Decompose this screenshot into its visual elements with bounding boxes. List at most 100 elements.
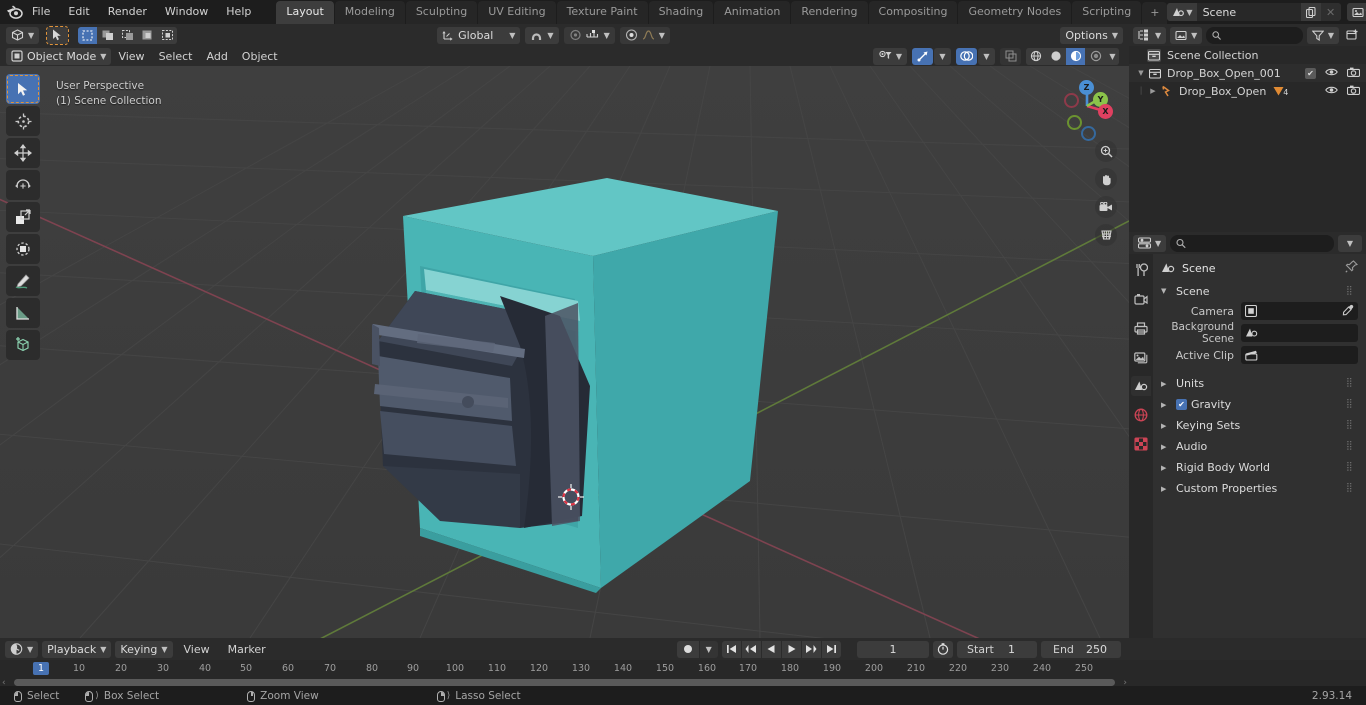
tab-scripting[interactable]: Scripting <box>1072 1 1142 24</box>
scale-tool-button[interactable] <box>6 202 40 232</box>
set-new-icon[interactable] <box>78 26 98 44</box>
jump-start-icon[interactable] <box>721 640 741 658</box>
timeline-editor-icon[interactable]: ▼ <box>5 640 39 658</box>
panel-grip[interactable]: ⣿ <box>1346 442 1358 451</box>
viewport-menu-add[interactable]: Add <box>200 48 235 65</box>
perspective-toggle-icon[interactable] <box>1095 224 1117 246</box>
3d-viewport[interactable]: User Perspective (1) Scene Collection Z … <box>0 66 1129 638</box>
panel-grip[interactable]: ⣿ <box>1346 286 1358 295</box>
outliner-filter-scene-icon[interactable]: ▼ <box>1170 26 1203 44</box>
panel-grip[interactable]: ⣿ <box>1346 463 1358 472</box>
panel-grip[interactable]: ⣿ <box>1346 421 1358 430</box>
tab-uv-editing[interactable]: UV Editing <box>478 1 556 24</box>
wireframe-icon[interactable] <box>1026 47 1045 65</box>
intersect-icon[interactable] <box>158 26 178 44</box>
properties-search-field[interactable] <box>1190 236 1328 250</box>
panel-header-custom-properties[interactable]: ▶ Custom Properties ⣿ <box>1153 478 1366 499</box>
panel-grip[interactable]: ⣿ <box>1346 379 1358 388</box>
cursor-select-icon[interactable] <box>46 25 70 45</box>
viewport-menu-object[interactable]: Object <box>235 48 285 65</box>
background-scene-field[interactable] <box>1241 324 1358 342</box>
rendered-icon[interactable] <box>1086 47 1105 65</box>
menu-file[interactable]: File <box>23 2 59 22</box>
play-icon[interactable] <box>781 640 801 658</box>
scene-tab[interactable] <box>1131 376 1151 396</box>
gizmo-axis-neg-z[interactable] <box>1081 126 1096 141</box>
gizmo-icon[interactable] <box>912 47 933 65</box>
extend-icon[interactable] <box>98 26 118 44</box>
annotate-tool-button[interactable] <box>6 266 40 296</box>
outliner-modifier-badge[interactable]: 4 <box>1272 85 1288 97</box>
panel-header-rigid-body-world[interactable]: ▶ Rigid Body World ⣿ <box>1153 457 1366 478</box>
properties-search-input[interactable] <box>1170 234 1334 252</box>
menu-window[interactable]: Window <box>156 2 217 22</box>
mode-dropdown[interactable]: Object Mode ▼ <box>6 47 112 65</box>
world-tab[interactable] <box>1131 405 1151 425</box>
active-clip-field[interactable] <box>1241 346 1358 364</box>
timeline-horizontal-scrollbar[interactable]: ‹ › <box>0 678 1129 688</box>
playback-dropdown[interactable]: Playback ▼ <box>42 640 112 658</box>
outliner-row-drop-box-open-001[interactable]: ▼ Drop_Box_Open_001 ✔ <box>1129 64 1366 82</box>
timeline-menu-view[interactable]: View <box>177 641 217 658</box>
tab-geometry-nodes[interactable]: Geometry Nodes <box>958 1 1072 24</box>
material-preview-icon[interactable] <box>1066 47 1085 65</box>
snap-magnet-icon[interactable]: ▼ <box>525 26 559 44</box>
zoom-icon[interactable] <box>1095 140 1117 162</box>
tab-rendering[interactable]: Rendering <box>791 1 868 24</box>
blender-logo-icon[interactable] <box>6 0 23 24</box>
panel-header-keying-sets[interactable]: ▶ Keying Sets ⣿ <box>1153 415 1366 436</box>
gizmo-dropdown[interactable]: ▼ <box>934 47 951 65</box>
new-collection-icon[interactable] <box>1343 27 1362 44</box>
panel-header-audio[interactable]: ▶ Audio ⣿ <box>1153 436 1366 457</box>
render-tab[interactable] <box>1131 289 1151 309</box>
gizmo-axis-neg-x[interactable] <box>1064 93 1079 108</box>
panel-header-units[interactable]: ▶ Units ⣿ <box>1153 373 1366 394</box>
view-layer-tab[interactable] <box>1131 347 1151 367</box>
unlink-scene-button[interactable]: ✕ <box>1320 3 1341 21</box>
frame-start-field[interactable]: Start 1 <box>957 640 1037 658</box>
texture-tab[interactable] <box>1131 434 1151 454</box>
visibility-filter-dropdown[interactable]: ▼ <box>872 47 907 65</box>
outliner-row-scene-collection[interactable]: Scene Collection <box>1129 46 1366 64</box>
overlays-icon[interactable] <box>956 47 977 65</box>
panel-header-gravity[interactable]: ▶ ✔ Gravity ⣿ <box>1153 394 1366 415</box>
gizmo-axis-x[interactable]: X <box>1098 104 1113 119</box>
tab-texture-paint[interactable]: Texture Paint <box>556 1 648 24</box>
jump-end-icon[interactable] <box>821 640 841 658</box>
timeline-menu-marker[interactable]: Marker <box>221 641 273 658</box>
hand-pan-icon[interactable] <box>1095 168 1117 190</box>
scene-selector[interactable]: ▼ Scene ✕ <box>1167 3 1341 21</box>
disclosure-down-icon[interactable]: ▼ <box>1135 69 1147 77</box>
tool-tab[interactable] <box>1131 260 1151 280</box>
auto-keying-dropdown[interactable]: ▼ <box>699 640 718 658</box>
hide-eye-icon[interactable] <box>1325 67 1338 80</box>
timeline-playhead[interactable]: 1 <box>32 662 50 675</box>
keying-dropdown[interactable]: Keying ▼ <box>115 640 173 658</box>
view-layer-selector[interactable]: ▼ View Layer ✕ <box>1346 3 1366 21</box>
invert-icon[interactable] <box>138 26 158 44</box>
outliner-search-input[interactable] <box>1206 26 1303 44</box>
use-preview-range-icon[interactable] <box>933 640 953 658</box>
scene-name-field[interactable]: Scene <box>1196 3 1301 21</box>
properties-options-dropdown[interactable]: ▼ <box>1338 234 1362 252</box>
current-frame-field[interactable]: 1 <box>857 640 929 658</box>
camera-field[interactable] <box>1241 302 1358 320</box>
tab-animation[interactable]: Animation <box>714 1 791 24</box>
viewport-menu-select[interactable]: Select <box>152 48 200 65</box>
add-workspace-button[interactable]: + <box>1142 2 1168 24</box>
prev-keyframe-icon[interactable] <box>741 640 761 658</box>
disclosure-right-icon[interactable]: ▶ <box>1147 87 1159 95</box>
disable-render-camera-icon[interactable] <box>1346 67 1361 80</box>
outliner-row-drop-box-open[interactable]: │ ▶ Drop_Box_Open 4 <box>1129 82 1366 100</box>
outliner-filter-icon[interactable]: ▼ <box>1306 26 1339 44</box>
tab-shading[interactable]: Shading <box>648 1 714 24</box>
move-tool-button[interactable] <box>6 138 40 168</box>
proportional-edit-group[interactable]: ▼ <box>563 26 615 44</box>
properties-editor-icon[interactable]: ▼ <box>1133 234 1167 252</box>
tab-compositing[interactable]: Compositing <box>868 1 958 24</box>
new-scene-button[interactable] <box>1300 3 1321 21</box>
transform-orientation-dropdown[interactable]: Global ▼ <box>437 26 521 44</box>
cursor-tool-button[interactable] <box>6 106 40 136</box>
tweak-tool-button[interactable] <box>6 74 40 104</box>
next-keyframe-icon[interactable] <box>801 640 821 658</box>
